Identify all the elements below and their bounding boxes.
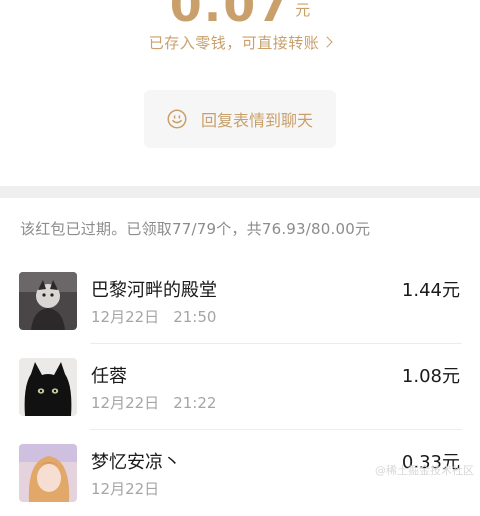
claim-amount: 1.08元 — [401, 366, 460, 387]
avatar — [19, 358, 77, 416]
claim-clock: 21:22 — [173, 394, 217, 412]
claim-time: 12月22日 21:22 — [91, 392, 216, 413]
list-item[interactable]: 任蓉 12月22日 21:22 1.08元 — [0, 344, 480, 430]
claim-date: 12月22日 — [91, 394, 160, 412]
claim-clock: 21:50 — [173, 308, 217, 326]
stored-text: 已存入零钱，可直接转账 — [148, 34, 320, 52]
chevron-right-icon — [321, 36, 333, 48]
section-divider — [0, 186, 480, 198]
watermark: @稀土掘金技术社区 — [375, 464, 474, 477]
claim-date: 12月22日 — [91, 308, 160, 326]
list-item[interactable]: 巴黎河畔的殿堂 12月22日 21:50 1.44元 — [0, 258, 480, 344]
dark-portrait-icon — [19, 272, 77, 330]
reply-emoji-button[interactable]: 回复表情到聊天 — [144, 90, 336, 148]
claim-time: 12月22日 — [91, 478, 173, 499]
received-amount: 0.07 元 — [0, 0, 480, 32]
claimer-name: 梦忆安凉丶 — [91, 452, 181, 473]
avatar — [19, 272, 77, 330]
claim-date: 12月22日 — [91, 480, 160, 498]
amount-value: 0.07 — [169, 0, 292, 32]
claimer-name: 任蓉 — [91, 366, 127, 387]
claim-time: 12月22日 21:50 — [91, 306, 216, 327]
amount-unit: 元 — [295, 1, 311, 19]
smile-icon — [167, 109, 187, 129]
header-area: 0.07 元 已存入零钱，可直接转账 回复表情到聊天 — [0, 0, 480, 186]
claimer-name: 巴黎河畔的殿堂 — [91, 280, 217, 301]
anime-girl-icon — [19, 444, 77, 502]
black-cat-icon — [19, 358, 77, 416]
reply-button-label: 回复表情到聊天 — [200, 111, 313, 130]
stored-to-wallet-link[interactable]: 已存入零钱，可直接转账 — [0, 32, 480, 53]
avatar — [19, 444, 77, 502]
claim-summary: 该红包已过期。已领取77/79个，共76.93/80.00元 — [20, 220, 371, 238]
claim-amount: 1.44元 — [401, 280, 460, 301]
